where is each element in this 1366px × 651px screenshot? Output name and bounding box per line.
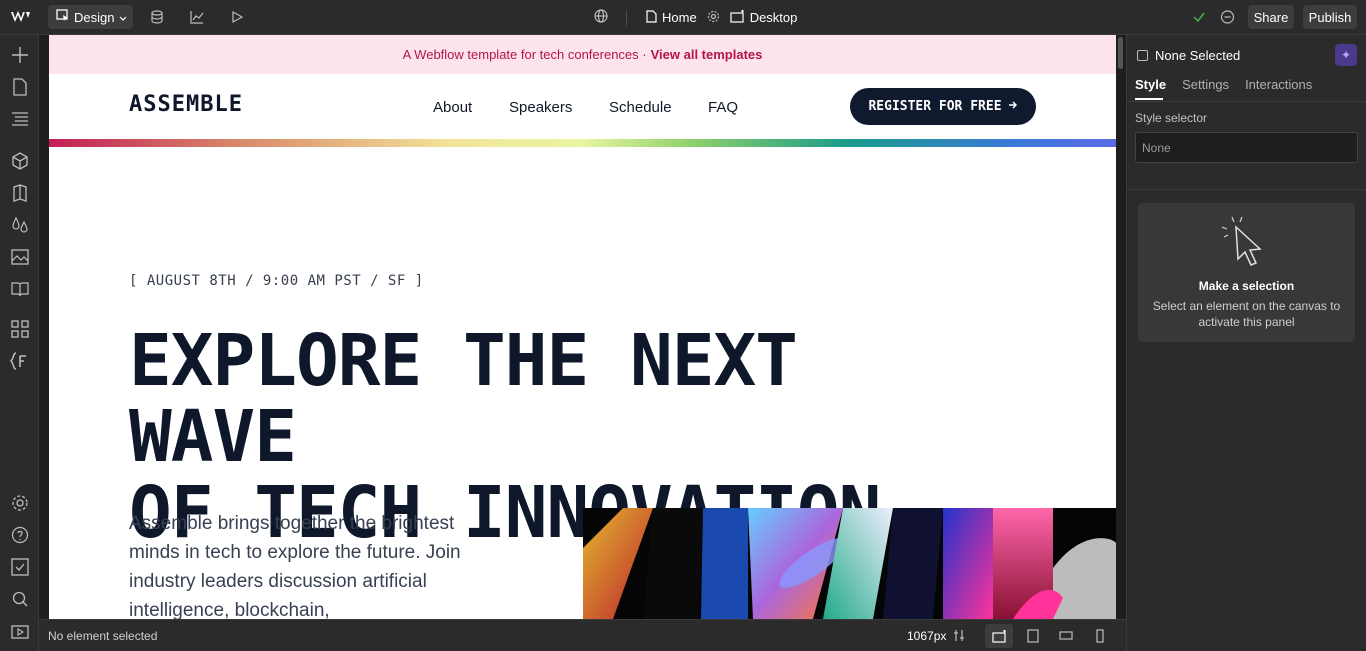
tab-settings[interactable]: Settings [1182,77,1229,92]
apps-grid-icon[interactable] [10,319,30,339]
page-breakpoint-bar: Home Desktop [594,0,797,35]
announcement-banner: A Webflow template for tech conferences … [49,35,1116,74]
cms-database-icon[interactable] [149,9,165,25]
design-mode-icon [56,9,69,25]
globe-icon[interactable] [594,9,608,26]
canvas-scroll-thumb[interactable] [1118,37,1123,69]
tab-interactions[interactable]: Interactions [1245,77,1312,92]
publish-button[interactable]: Publish [1303,5,1357,29]
navigator-icon[interactable] [10,109,30,129]
pages-icon[interactable] [10,77,30,97]
settings-gear-icon[interactable] [10,493,30,513]
selection-status: No element selected [48,629,158,643]
design-mode-dropdown[interactable]: Design [48,5,133,29]
code-braces-icon[interactable] [10,351,30,371]
ai-assistant-sparkle-icon[interactable]: ✦ [1335,44,1357,66]
chevron-down-icon [119,10,127,25]
status-bar: No element selected 1067px [39,619,1126,651]
panel-tabs: Style Settings Interactions [1135,77,1312,92]
empty-selection-card: Make a selection Select an element on th… [1138,203,1355,342]
register-button[interactable]: REGISTER FOR FREE [850,88,1036,125]
panel-divider [1127,189,1366,190]
banner-text: A Webflow template for tech conferences … [402,47,647,62]
tabs-divider [1127,101,1366,102]
active-tab-indicator [1135,98,1163,100]
webflow-logo-icon[interactable] [10,9,32,25]
site-navbar: ASSEMBLE About Speakers Schedule FAQ REG… [49,74,1116,139]
components-cube-icon[interactable] [10,151,30,171]
selection-header: None Selected [1127,35,1366,75]
search-icon[interactable] [10,589,30,609]
check-status-icon[interactable] [1191,9,1207,25]
intro-paragraph: Assemble brings together the brightest m… [129,513,461,619]
nav-link-schedule[interactable]: Schedule [609,99,672,116]
page-name: Home [662,10,697,25]
arrow-right-icon [1008,99,1018,114]
video-tutorials-icon[interactable] [10,621,30,641]
style-selector-input[interactable]: None [1135,132,1358,163]
cursor-click-icon [1218,213,1274,274]
nav-link-speakers[interactable]: Speakers [509,99,572,116]
breakpoint-label: Desktop [749,10,798,25]
canvas-width-readout[interactable]: 1067px [907,629,946,643]
style-panel: None Selected ✦ Style Settings Interacti… [1126,35,1366,651]
left-toolbar [0,35,39,651]
rainbow-divider [49,139,1116,147]
assets-image-icon[interactable] [10,247,30,267]
add-elements-plus-icon[interactable] [10,45,30,65]
nav-link-faq[interactable]: FAQ [708,99,738,116]
top-toolbar: Design Home Desktop Share Publish [0,0,1366,35]
selection-label: None Selected [1155,47,1241,63]
hero-abstract-artwork [583,508,1116,619]
share-button[interactable]: Share [1248,5,1294,29]
help-icon[interactable] [10,525,30,545]
empty-description: Select an element on the canvas to activ… [1152,299,1341,329]
mobile-landscape-icon[interactable] [1059,630,1073,644]
nav-link-about[interactable]: About [433,99,472,116]
register-label: REGISTER FOR FREE [868,99,1002,114]
site-brand-logo[interactable]: ASSEMBLE [129,92,243,117]
banner-link[interactable]: View all templates [651,47,763,62]
design-canvas[interactable]: A Webflow template for tech conferences … [49,35,1116,619]
mobile-portrait-icon[interactable] [1095,629,1105,646]
tab-style[interactable]: Style [1135,77,1166,92]
desktop-breakpoint-button[interactable] [985,624,1013,648]
cms-book-icon[interactable] [10,279,30,299]
preview-play-icon[interactable] [229,9,245,25]
selection-checkbox[interactable] [1137,49,1148,61]
resize-sliders-icon[interactable] [953,629,966,645]
comments-icon[interactable] [1219,9,1235,25]
page-icon [645,9,657,26]
libraries-icon[interactable] [10,183,30,203]
page-selector[interactable]: Home [645,9,697,26]
variables-drops-icon[interactable] [10,215,30,235]
audit-checklist-icon[interactable] [10,557,30,577]
desktop-breakpoint-icon [730,9,745,26]
breakpoint-selector[interactable]: Desktop [730,9,798,26]
analyze-chart-icon[interactable] [189,9,205,25]
page-settings-gear-icon[interactable] [707,10,720,26]
empty-title: Make a selection [1198,279,1295,293]
design-mode-label: Design [74,9,115,25]
style-selector-label: Style selector [1135,111,1208,125]
toolbar-divider [626,9,627,26]
hero-line-1: EXPLORE THE NEXT WAVE [129,319,798,478]
event-date-line: [ AUGUST 8TH / 9:00 AM PST / SF ] [129,273,424,289]
canvas-scrollbar[interactable] [1116,35,1126,619]
tablet-breakpoint-icon[interactable] [1027,629,1039,646]
